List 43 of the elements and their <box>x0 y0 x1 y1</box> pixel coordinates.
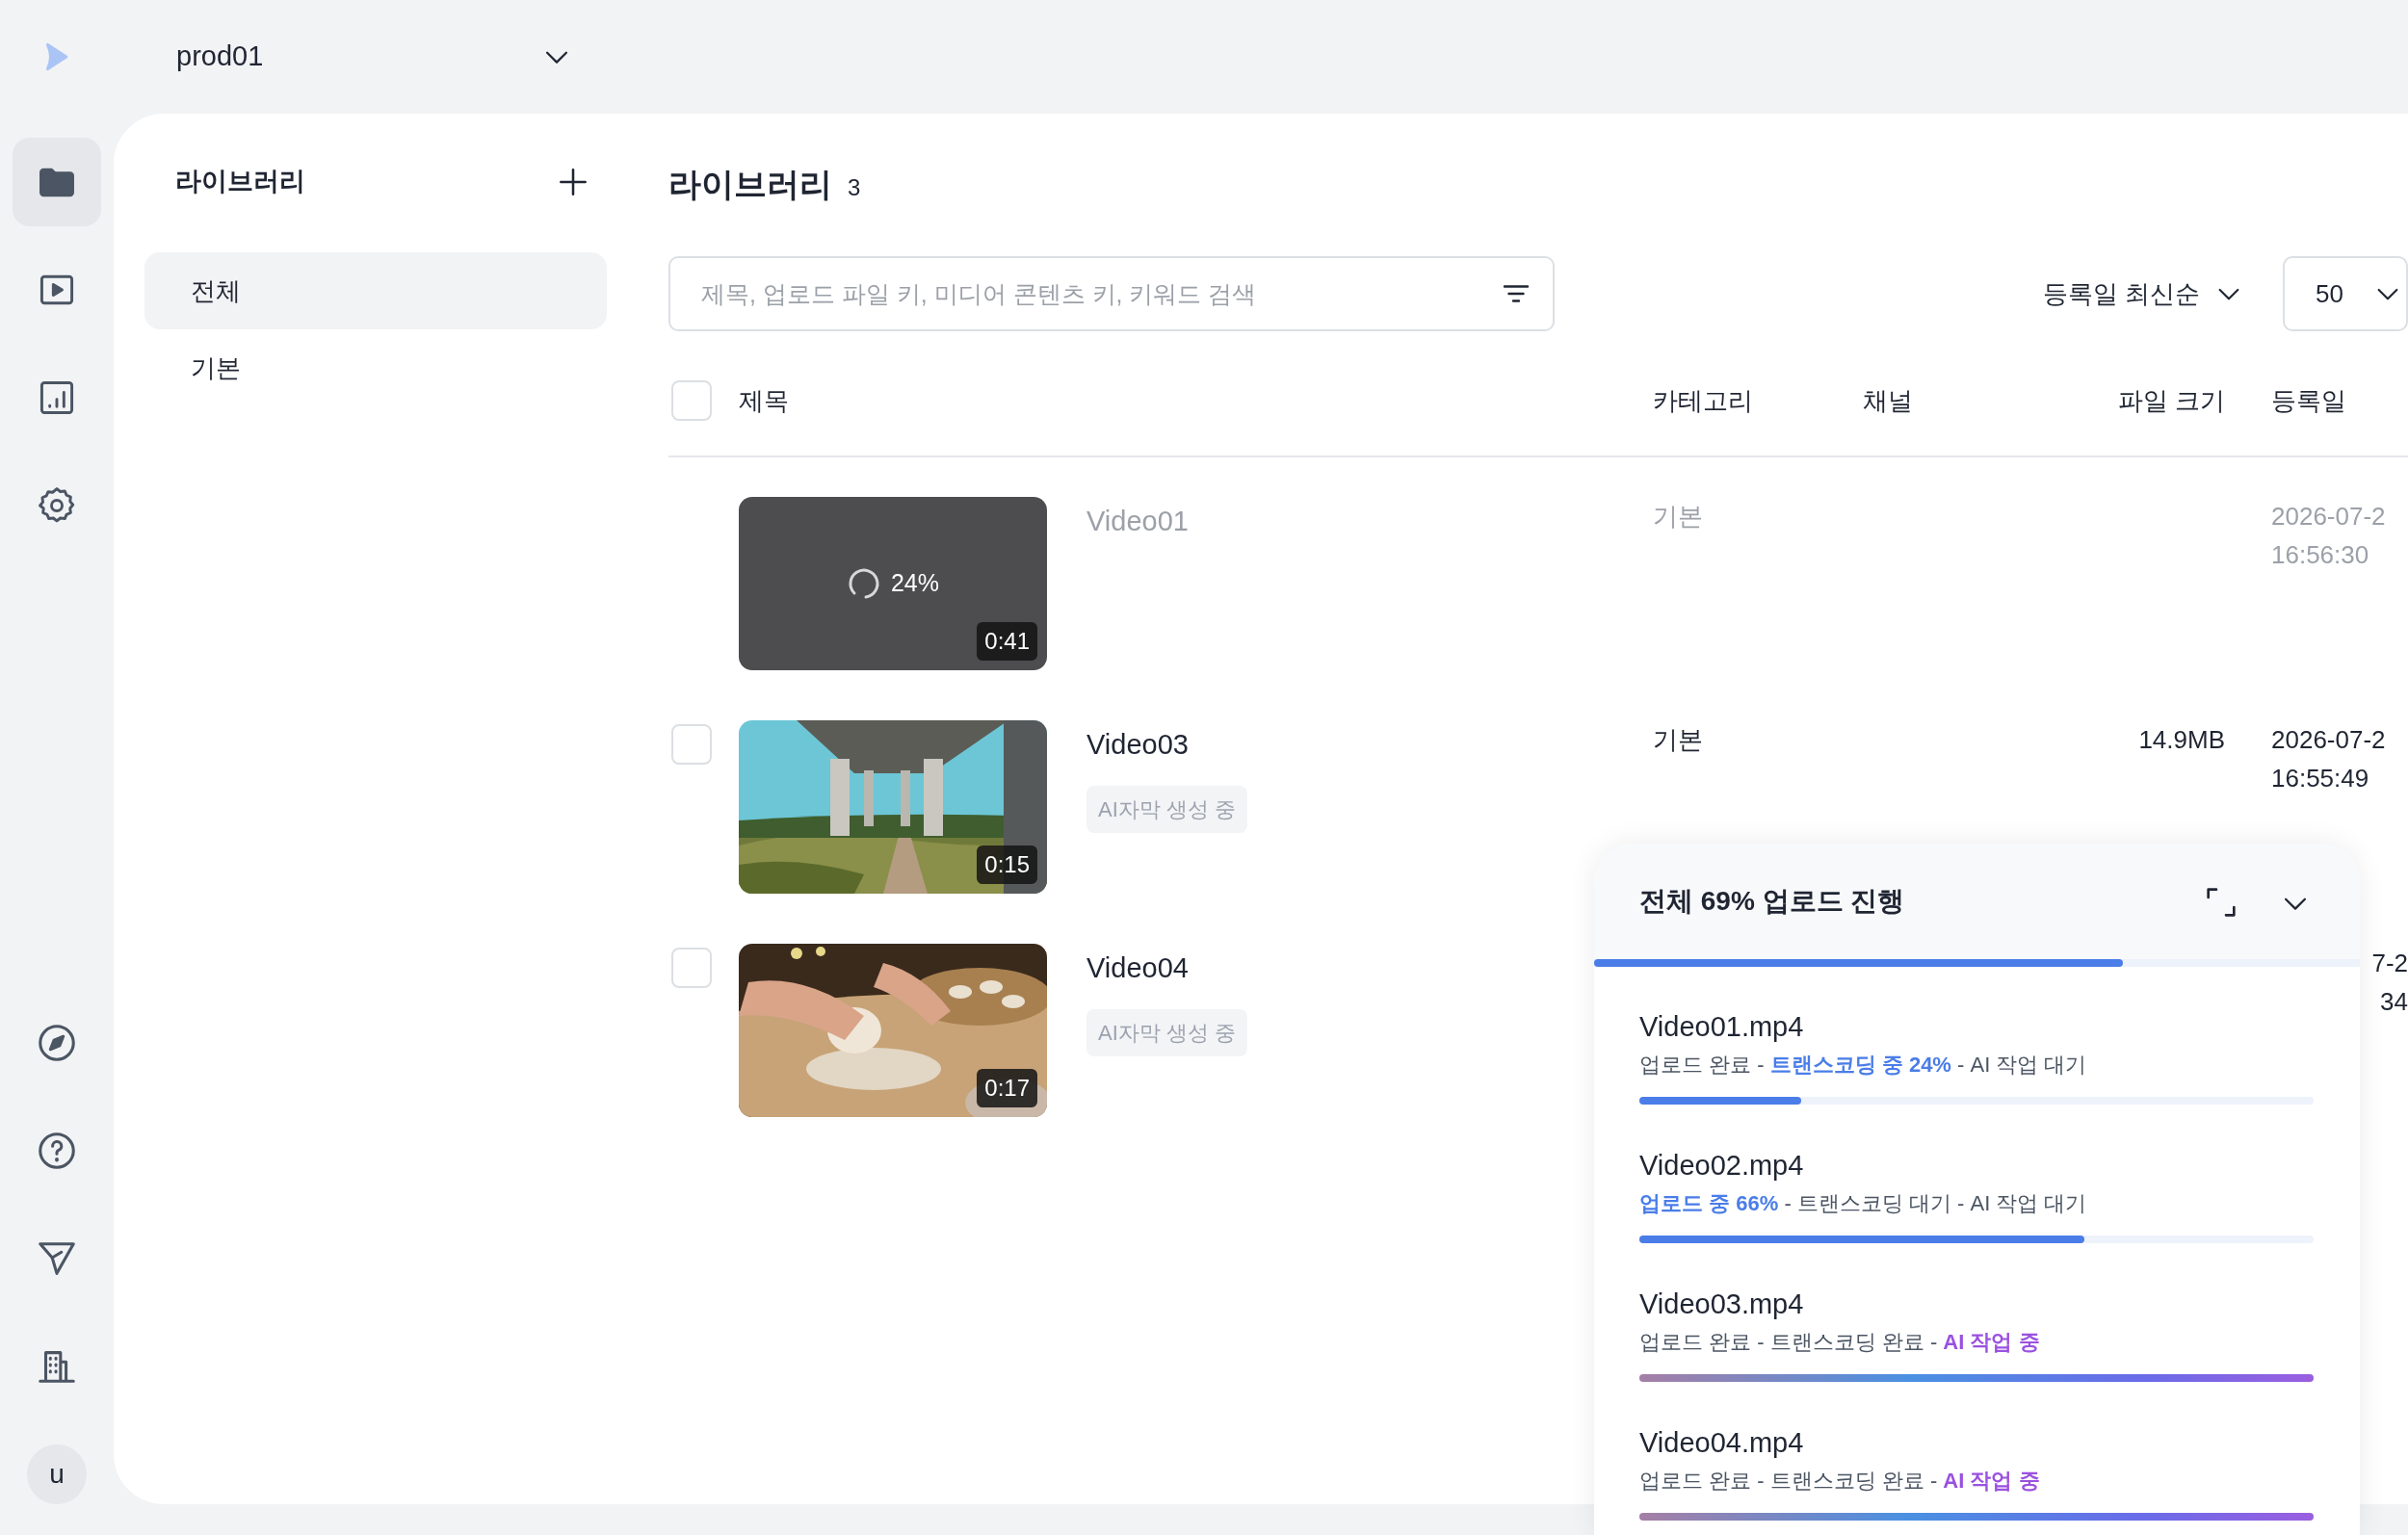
status-tag: AI자막 생성 중 <box>1086 1008 1247 1056</box>
date-cell-text: 2026-07-2 16:56:30 <box>2271 501 2386 571</box>
column-header: 카테고리 <box>1653 385 1753 415</box>
column-header: 등록일 <box>2271 385 2346 415</box>
item-count: 3 <box>848 173 861 202</box>
file-name: Video03.mp4 <box>1639 1288 1805 1321</box>
video-title[interactable]: Video04 <box>1086 952 1189 983</box>
page-size-dropdown[interactable]: 50 <box>2283 256 2408 331</box>
library-item[interactable]: 전체 <box>144 252 607 329</box>
category-cell: 기본 <box>1653 502 1703 531</box>
date-cell-text: 2026-07-2 16:55:49 <box>2271 724 2386 794</box>
page-title: 라이브러리 <box>668 165 832 204</box>
duration-label: 0:41 <box>977 622 1037 661</box>
nav-button[interactable] <box>13 138 101 226</box>
search-field[interactable]: 제목, 업로드 파일 키, 미디어 콘텐츠 키, 키워드 검색 <box>668 256 1555 331</box>
row-checkbox[interactable] <box>671 948 712 988</box>
file-name: Video02.mp4 <box>1639 1149 1805 1183</box>
status-line: 업로드 중 66% - 트랜스코딩 대기 - AI 작업 대기 <box>1639 1190 2088 1217</box>
file-name: Video04.mp4 <box>1639 1426 1805 1460</box>
column-header: 파일 크기 <box>2117 385 2225 415</box>
duration-label: 0:15 <box>977 846 1037 884</box>
status-tag: AI자막 생성 중 <box>1086 785 1247 833</box>
column-header: 채널 <box>1863 385 1913 415</box>
logo-icon <box>44 42 69 71</box>
column-header: 제목 <box>739 385 789 415</box>
row-checkbox[interactable] <box>671 724 712 765</box>
workspace-selector[interactable]: prod01 <box>176 36 573 78</box>
duration-label: 0:17 <box>977 1069 1037 1107</box>
status-line: 업로드 완료 - 트랜스코딩 완료 - AI 작업 중 <box>1639 1329 2041 1356</box>
size-cell: 14.9MB <box>2138 725 2225 754</box>
file-name: Video01.mp4 <box>1639 1010 1805 1044</box>
panel-title: 전체 69% 업로드 진행 <box>1639 885 1905 918</box>
status-line: 업로드 완료 - 트랜스코딩 중 24% - AI 작업 대기 <box>1639 1052 2088 1079</box>
sort-dropdown[interactable]: 등록일 최신순 <box>2042 274 2244 313</box>
category-cell: 기본 <box>1653 725 1703 754</box>
progress-percent: 24% <box>890 568 939 599</box>
select-all-checkbox[interactable] <box>671 380 712 421</box>
date-cell-text: 7-2 34 <box>2371 948 2408 1018</box>
video-title[interactable]: Video03 <box>1086 729 1189 760</box>
library-item[interactable]: 기본 <box>144 329 607 406</box>
status-line: 업로드 완료 - 트랜스코딩 완료 - AI 작업 중 <box>1639 1468 2041 1495</box>
sidebar-title: 라이브러리 <box>175 165 305 197</box>
user-avatar[interactable]: u <box>27 1444 87 1504</box>
